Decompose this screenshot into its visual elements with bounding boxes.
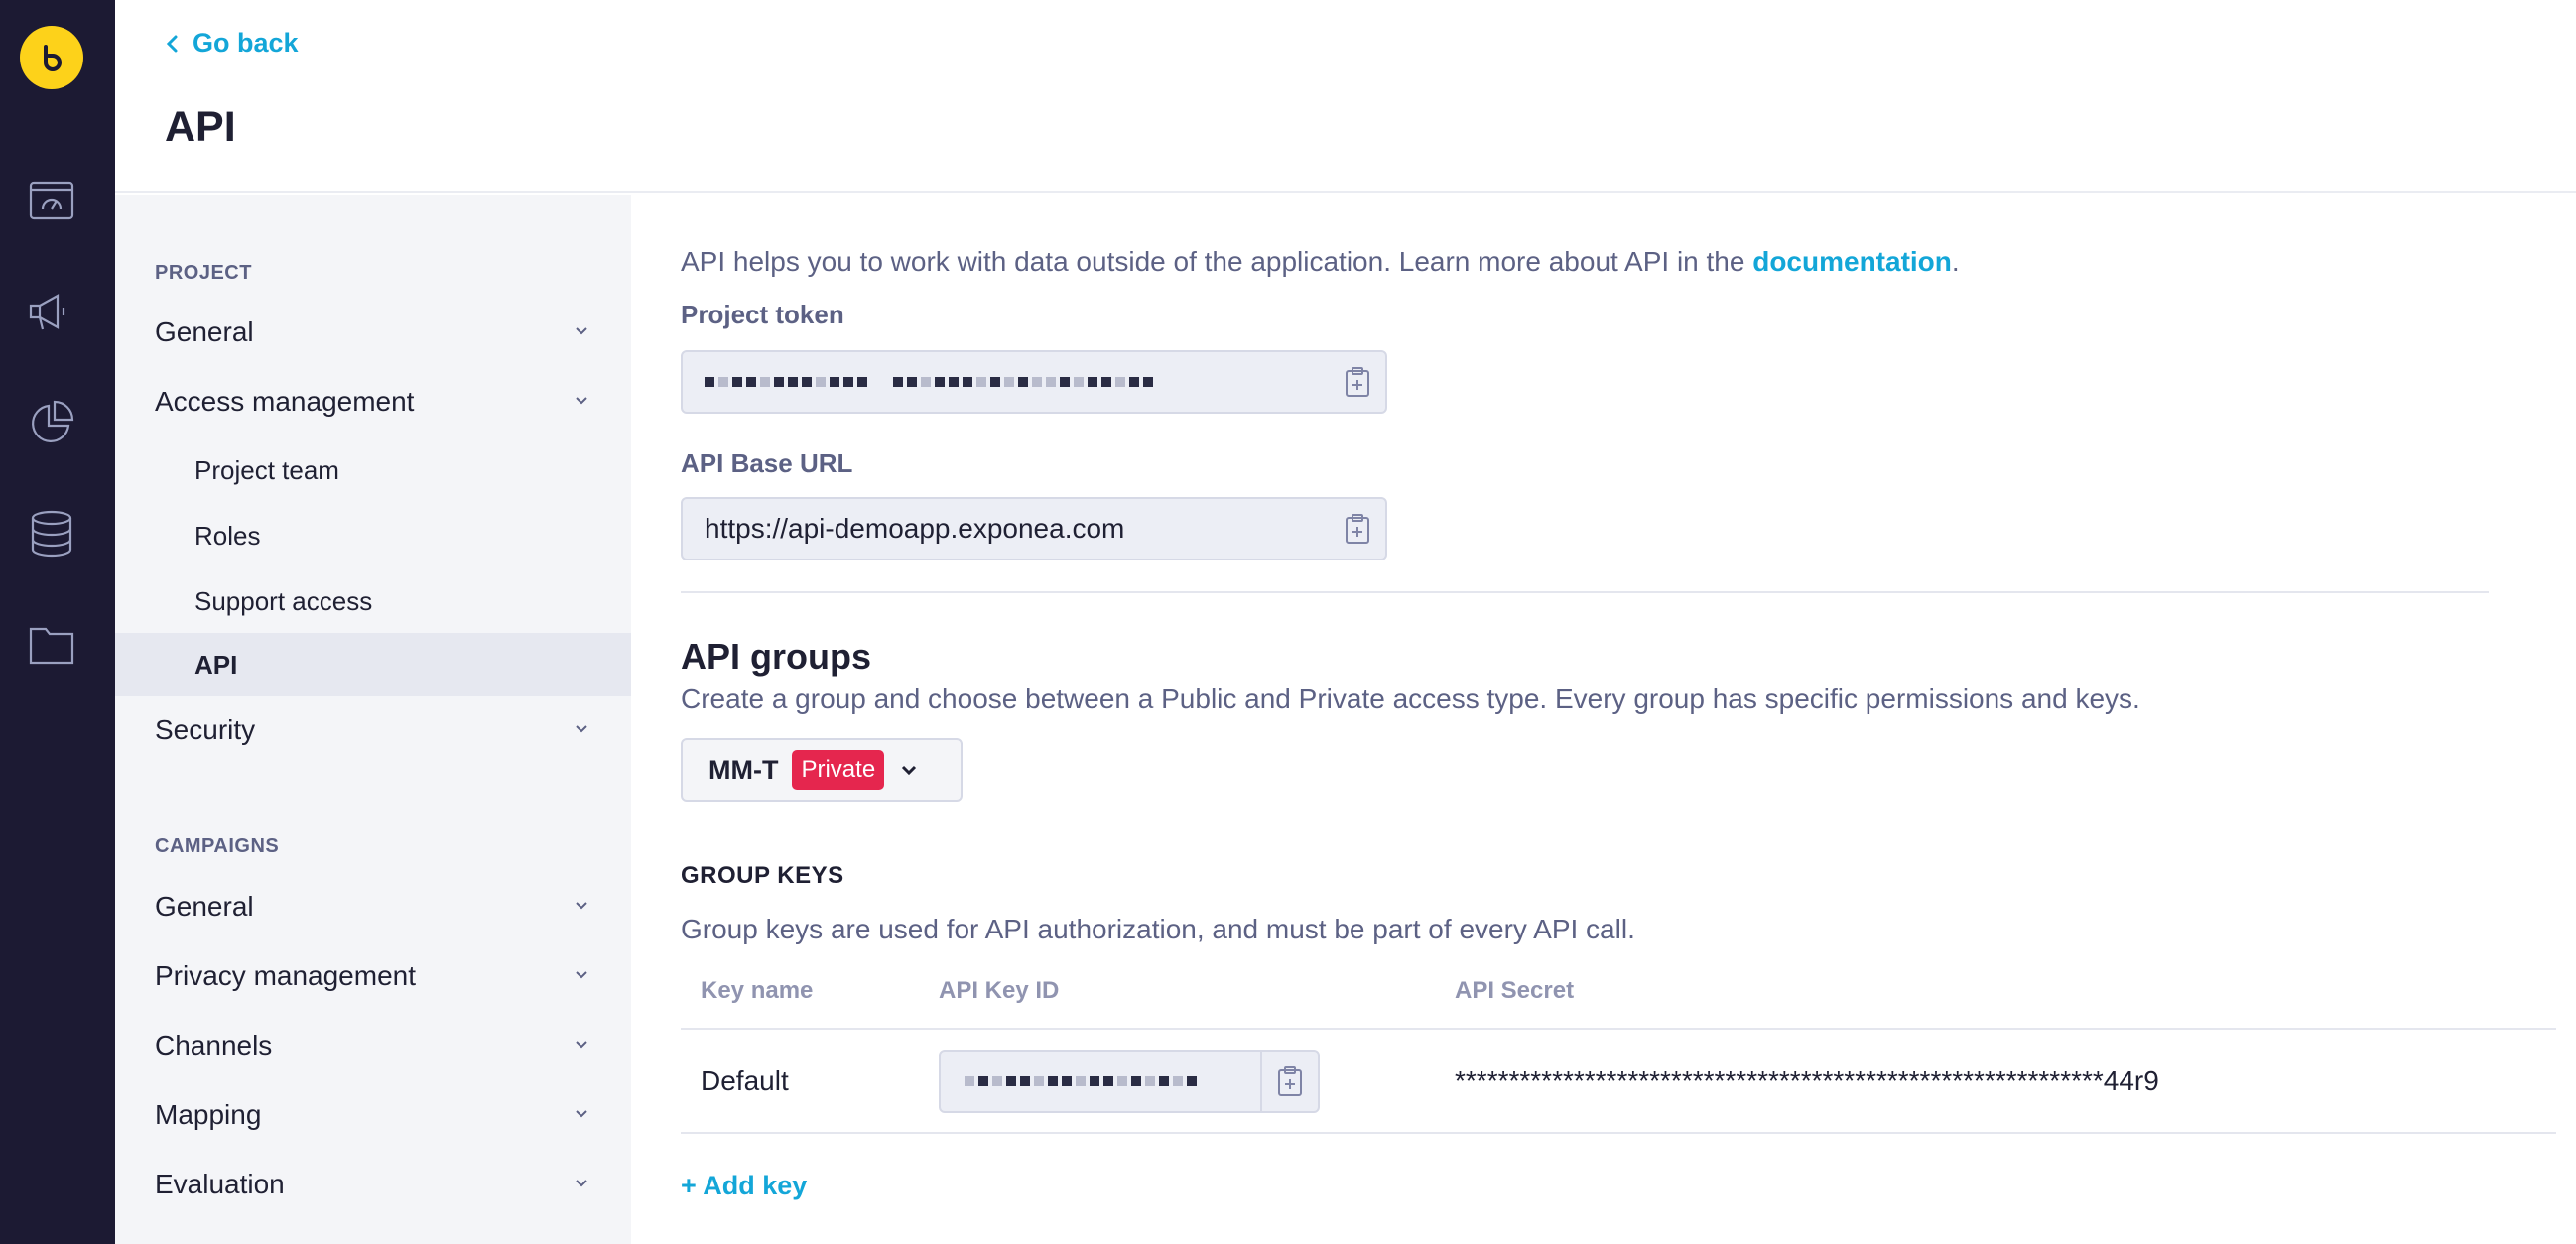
sidebar-item-label: Privacy management <box>155 960 417 991</box>
chevron-down-icon <box>576 397 587 405</box>
sidebar-item-label: General <box>155 891 254 922</box>
column-header-key-name: Key name <box>701 977 814 1004</box>
chevron-down-icon <box>576 971 587 979</box>
chevron-down-icon <box>576 1180 587 1187</box>
api-groups-description: Create a group and choose between a Publ… <box>681 684 2140 714</box>
analytics-pie-icon[interactable] <box>26 397 77 448</box>
group-keys-description: Group keys are used for API authorizatio… <box>681 914 1635 944</box>
table-row-divider <box>681 1028 2556 1030</box>
section-divider <box>681 591 2489 593</box>
sidebar-item-access-management[interactable]: Access management <box>115 370 631 434</box>
api-key-id-field[interactable] <box>939 1050 1320 1113</box>
sidebar-item-channels[interactable]: Channels <box>115 1014 631 1077</box>
chevron-down-icon <box>576 1110 587 1118</box>
sidebar-item-label: Evaluation <box>155 1169 285 1199</box>
key-name-cell: Default <box>701 1065 789 1096</box>
sidebar-item-campaigns-general[interactable]: General <box>115 875 631 938</box>
project-token-field[interactable] <box>681 350 1387 414</box>
chevron-down-icon <box>576 725 587 733</box>
data-database-icon[interactable] <box>26 508 77 560</box>
chevron-down-icon <box>902 765 917 776</box>
sidebar-item-evaluation[interactable]: Evaluation <box>115 1153 631 1216</box>
go-back-link[interactable]: Go back <box>165 28 299 59</box>
sidebar-item-support-access[interactable]: Support access <box>115 569 631 633</box>
group-keys-title: GROUP KEYS <box>681 862 844 889</box>
api-groups-title: API groups <box>681 636 872 677</box>
sidebar-item-label: General <box>155 316 254 347</box>
intro-text: API helps you to work with data outside … <box>681 246 1753 277</box>
api-base-url-value: https://api-demoapp.exponea.com <box>705 513 1125 544</box>
logo-icon[interactable] <box>20 26 83 89</box>
sidebar-item-label: Mapping <box>155 1099 262 1130</box>
group-name: MM-T <box>708 754 779 785</box>
page-header: Go back API <box>115 0 2576 193</box>
api-intro-text: API helps you to work with data outside … <box>681 246 1960 278</box>
sidebar-item-label: Security <box>155 714 256 745</box>
chevron-left-icon <box>166 35 178 52</box>
sidebar-item-mapping[interactable]: Mapping <box>115 1083 631 1147</box>
sidebar-section-project: PROJECT <box>155 262 252 284</box>
page-title: API <box>165 103 236 151</box>
sidebar-item-roles[interactable]: Roles <box>115 504 631 567</box>
clipboard-copy-icon[interactable] <box>1276 1065 1304 1102</box>
api-settings-content: API helps you to work with data outside … <box>631 195 2576 1244</box>
sidebar-section-campaigns: CAMPAIGNS <box>155 835 280 857</box>
field-separator <box>1260 1052 1262 1111</box>
settings-sidebar: PROJECT General Access management Projec… <box>115 195 631 1244</box>
chevron-down-icon <box>576 327 587 335</box>
go-back-label: Go back <box>193 28 299 58</box>
clipboard-copy-icon[interactable] <box>1344 513 1371 552</box>
table-row-divider <box>681 1132 2556 1134</box>
api-base-url-label: API Base URL <box>681 448 853 478</box>
sidebar-item-privacy-management[interactable]: Privacy management <box>115 944 631 1008</box>
assets-folder-icon[interactable] <box>26 619 77 671</box>
main-nav-rail <box>0 0 115 1244</box>
redacted-token <box>705 377 1153 387</box>
api-base-url-field[interactable]: https://api-demoapp.exponea.com <box>681 497 1387 560</box>
api-group-select[interactable]: MM-T Private <box>681 738 963 802</box>
documentation-link[interactable]: documentation <box>1752 246 1952 277</box>
chevron-down-icon <box>576 1041 587 1049</box>
column-header-api-key-id: API Key ID <box>939 977 1060 1004</box>
dashboard-icon[interactable] <box>26 175 77 226</box>
sidebar-item-api[interactable]: API <box>115 633 631 696</box>
sidebar-item-general[interactable]: General <box>115 301 631 364</box>
sidebar-item-label: Channels <box>155 1030 273 1060</box>
redacted-key-id <box>965 1076 1197 1086</box>
sidebar-item-project-team[interactable]: Project team <box>115 438 631 502</box>
access-type-badge: Private <box>792 750 885 790</box>
clipboard-copy-icon[interactable] <box>1344 366 1371 405</box>
add-key-button[interactable]: + Add key <box>681 1171 807 1201</box>
intro-end: . <box>1951 246 1960 277</box>
api-secret-cell: ****************************************… <box>1455 1065 2159 1096</box>
column-header-api-secret: API Secret <box>1455 977 1575 1004</box>
sidebar-item-label: Access management <box>155 386 415 417</box>
sidebar-item-security[interactable]: Security <box>115 698 631 762</box>
project-token-label: Project token <box>681 300 844 329</box>
chevron-down-icon <box>576 902 587 910</box>
campaign-megaphone-icon[interactable] <box>26 286 77 337</box>
